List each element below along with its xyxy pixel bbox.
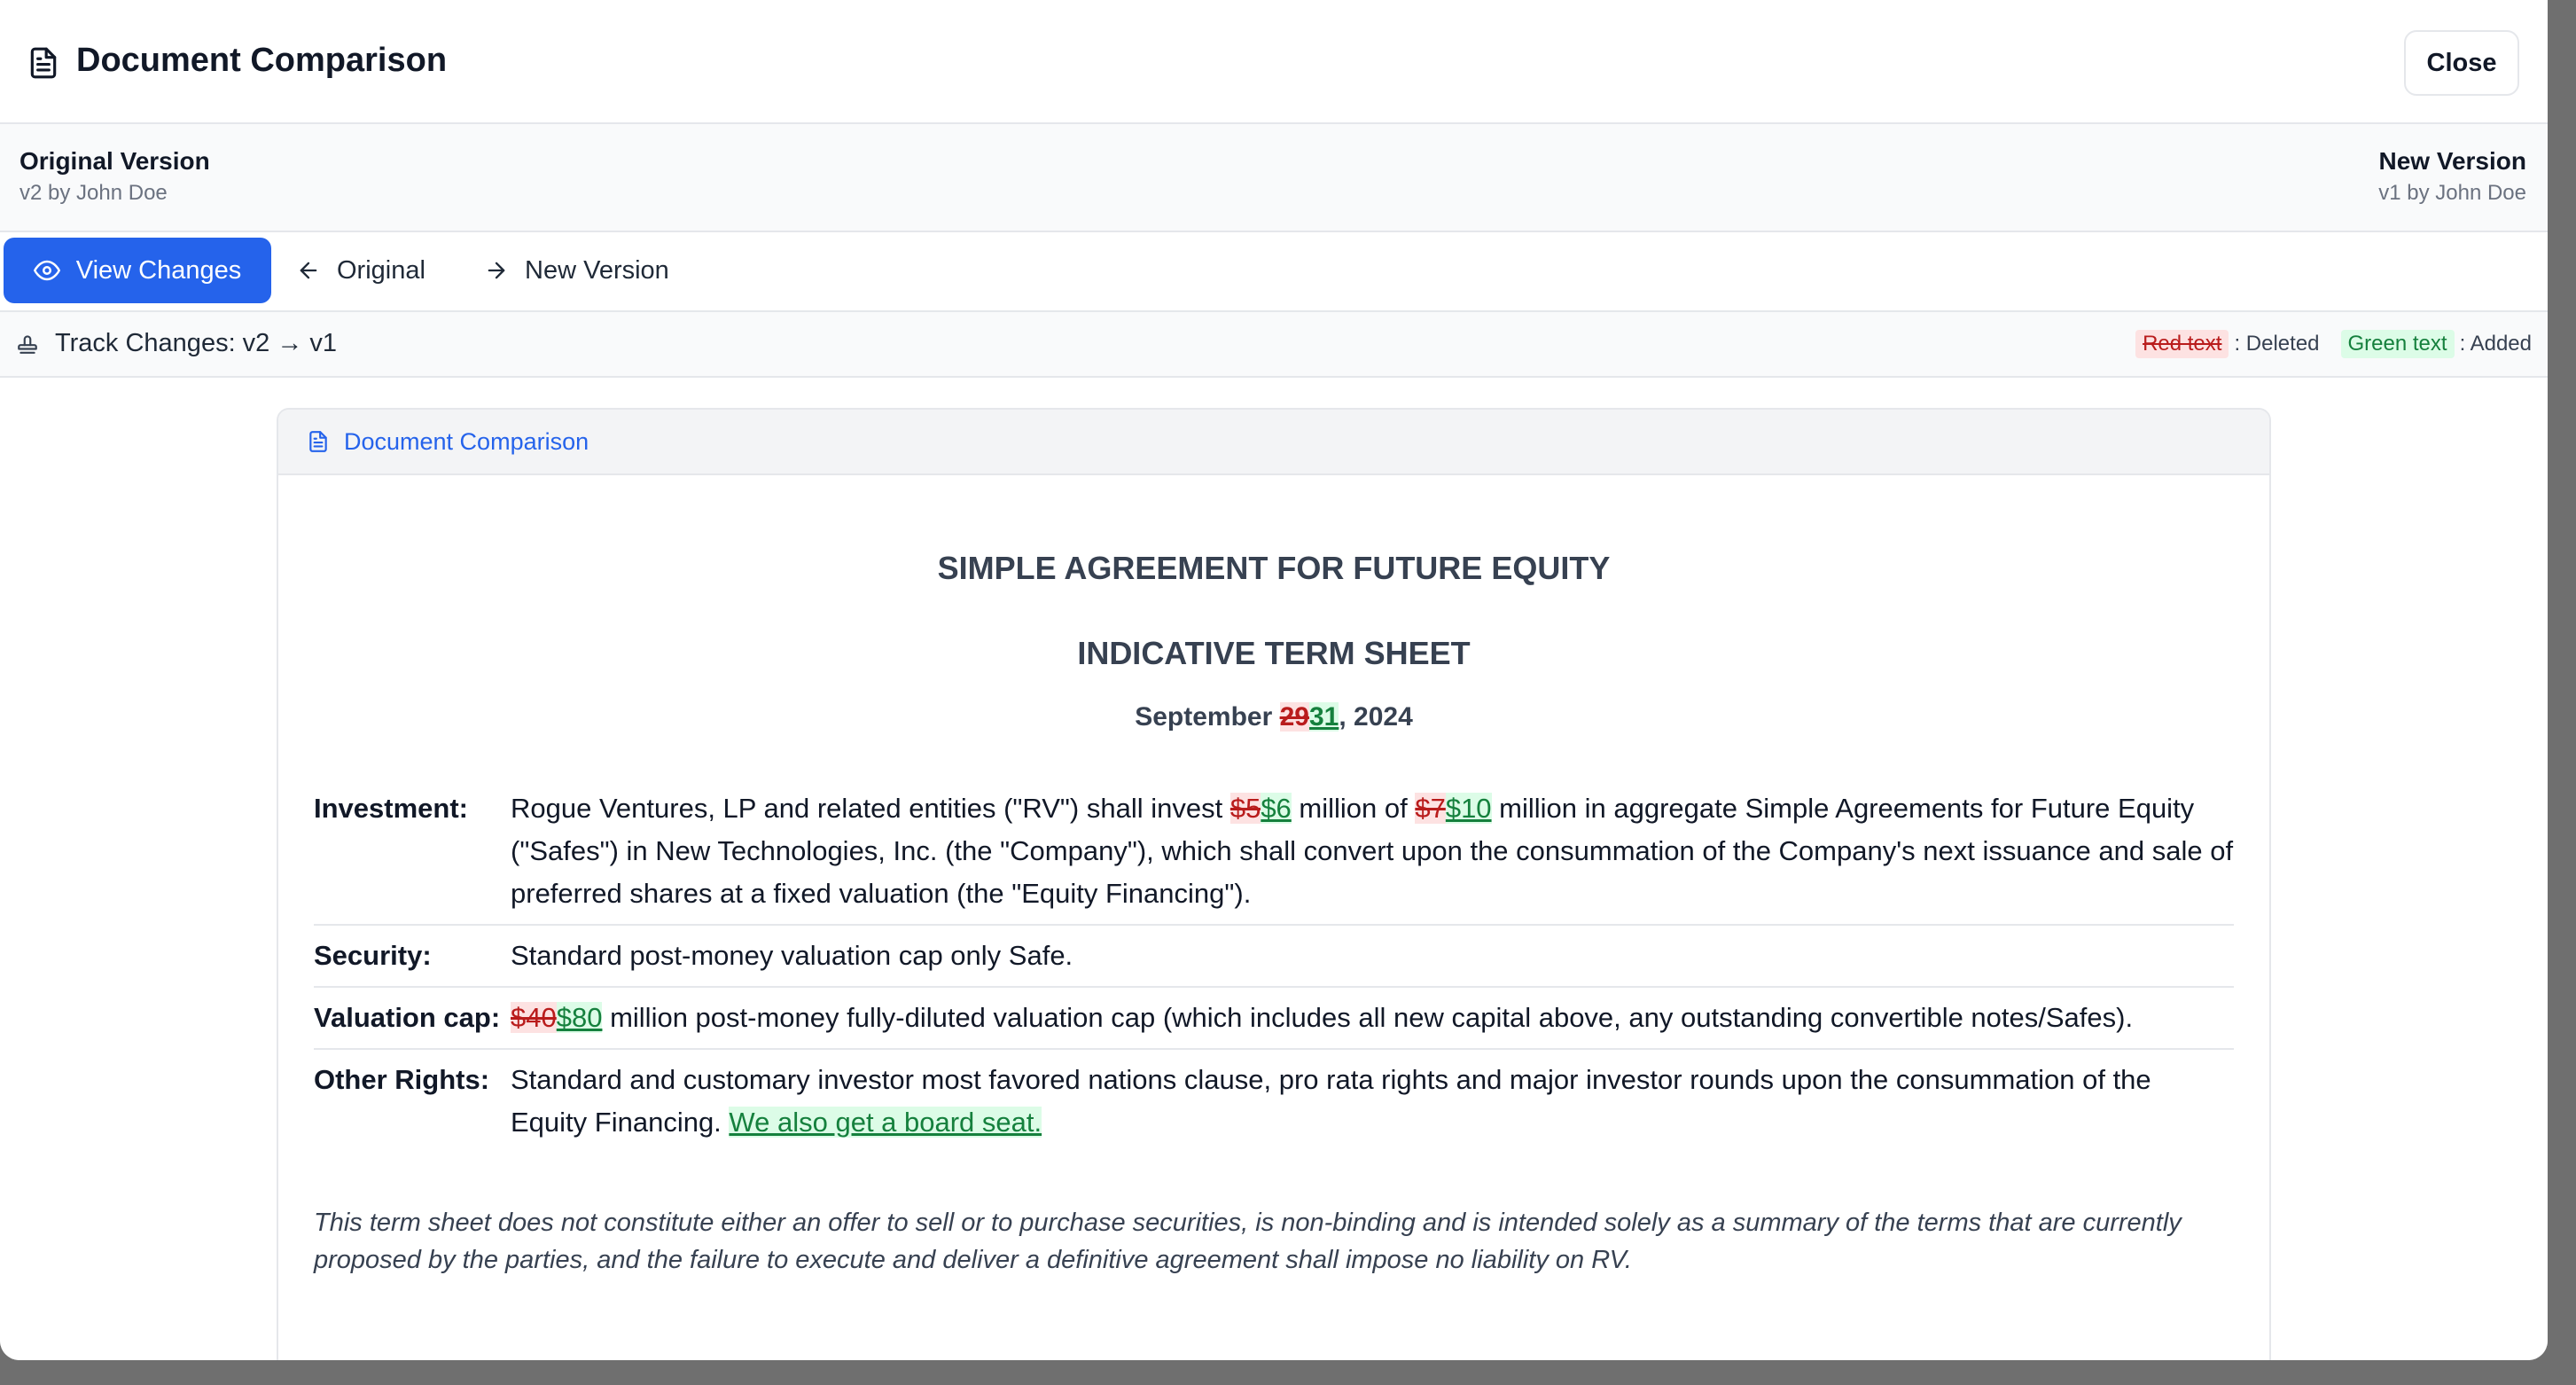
view-tabs: View Changes Original New Version: [0, 232, 2548, 312]
added-text: We also get a board seat.: [729, 1107, 1042, 1138]
original-version-info: Original Version v2 by John Doe: [20, 147, 210, 206]
table-row: Security: Standard post-money valuation …: [314, 924, 2234, 987]
term-text: Rogue Ventures, LP and related entities …: [511, 793, 1230, 824]
stamp-icon: [18, 335, 37, 354]
document-card-header: Document Comparison: [278, 410, 2269, 475]
term-value-other-rights: Standard and customary investor most fav…: [511, 1048, 2234, 1153]
legend-deleted-sample: Red text: [2135, 330, 2229, 358]
deleted-text: $7: [1415, 793, 1446, 824]
modal-header: Document Comparison Close: [0, 0, 2548, 124]
document-date: September 2931, 2024: [314, 702, 2234, 732]
terms-table: Investment: Rogue Ventures, LP and relat…: [314, 779, 2234, 1153]
term-text: million of: [1291, 793, 1416, 824]
deleted-text: 29: [1279, 702, 1309, 732]
version-info-bar: Original Version v2 by John Doe New Vers…: [0, 124, 2548, 232]
added-text: $80: [556, 1002, 603, 1033]
added-text: $6: [1261, 793, 1292, 824]
new-version-label: New Version: [2378, 147, 2526, 175]
term-key-security: Security:: [314, 924, 511, 987]
arrow-left-icon: [300, 262, 317, 279]
tab-original-label: Original: [337, 255, 425, 285]
document-viewer[interactable]: Document Comparison SIMPLE AGREEMENT FOR…: [0, 378, 2548, 1360]
tab-new-version-label: New Version: [525, 255, 669, 285]
document-body: SIMPLE AGREEMENT FOR FUTURE EQUITY INDIC…: [314, 473, 2234, 1279]
tab-original[interactable]: Original: [296, 238, 425, 303]
term-value-investment: Rogue Ventures, LP and related entities …: [511, 779, 2234, 925]
term-key-other-rights: Other Rights:: [314, 1048, 511, 1153]
original-version-author: v2 by John Doe: [20, 181, 168, 205]
term-value-security: Standard post-money valuation cap only S…: [511, 924, 2234, 987]
date-suffix: , 2024: [1339, 702, 1413, 732]
document-subtitle: INDICATIVE TERM SHEET: [1077, 635, 1471, 671]
tab-view-changes[interactable]: View Changes: [4, 238, 271, 303]
legend-deleted-label: : Deleted: [2234, 332, 2320, 356]
document-card: Document Comparison SIMPLE AGREEMENT FOR…: [277, 408, 2271, 1360]
modal-title: Document Comparison: [76, 42, 448, 79]
document-card-title: Document Comparison: [344, 427, 589, 455]
track-changes-label: Track Changes: v2 → v1: [55, 329, 338, 357]
term-key-valuation: Valuation cap:: [314, 986, 511, 1049]
table-row: Investment: Rogue Ventures, LP and relat…: [314, 779, 2234, 925]
document-icon: [309, 431, 327, 452]
term-value-valuation: $40$80 million post-money fully-diluted …: [511, 986, 2234, 1049]
arrow-right-icon: [488, 262, 505, 279]
table-row: Other Rights: Standard and customary inv…: [314, 1048, 2234, 1153]
deleted-text: $5: [1229, 793, 1261, 824]
track-changes-bar: Track Changes: v2 → v1 Red text : Delete…: [0, 312, 2548, 378]
document-title: SIMPLE AGREEMENT FOR FUTURE EQUITY: [937, 550, 1611, 586]
close-button[interactable]: Close: [2404, 30, 2519, 96]
tab-new-version[interactable]: New Version: [484, 238, 669, 303]
date-prefix: September: [1135, 702, 1280, 732]
table-row: Valuation cap: $40$80 million post-money…: [314, 986, 2234, 1049]
original-version-label: Original Version: [20, 147, 210, 175]
tab-view-changes-label: View Changes: [75, 255, 242, 285]
added-text: $10: [1445, 793, 1492, 824]
change-legend: Red text : Deleted Green text : Added: [2135, 330, 2532, 358]
new-version-info: New Version v1 by John Doe: [2378, 147, 2526, 206]
legend-added-sample: Green text: [2340, 330, 2455, 358]
eye-icon: [33, 260, 60, 281]
disclaimer: This term sheet does not constitute eith…: [314, 1209, 2182, 1274]
legend-added-label: : Added: [2459, 332, 2532, 356]
new-version-author: v1 by John Doe: [2378, 181, 2526, 205]
comparison-modal: Document Comparison Close Original Versi…: [0, 0, 2548, 1360]
document-icon: [30, 47, 57, 79]
deleted-text: $40: [511, 1002, 557, 1033]
term-text: million post-money fully-diluted valuati…: [602, 1002, 2134, 1033]
added-text: 31: [1308, 702, 1339, 732]
term-key-investment: Investment:: [314, 793, 468, 824]
